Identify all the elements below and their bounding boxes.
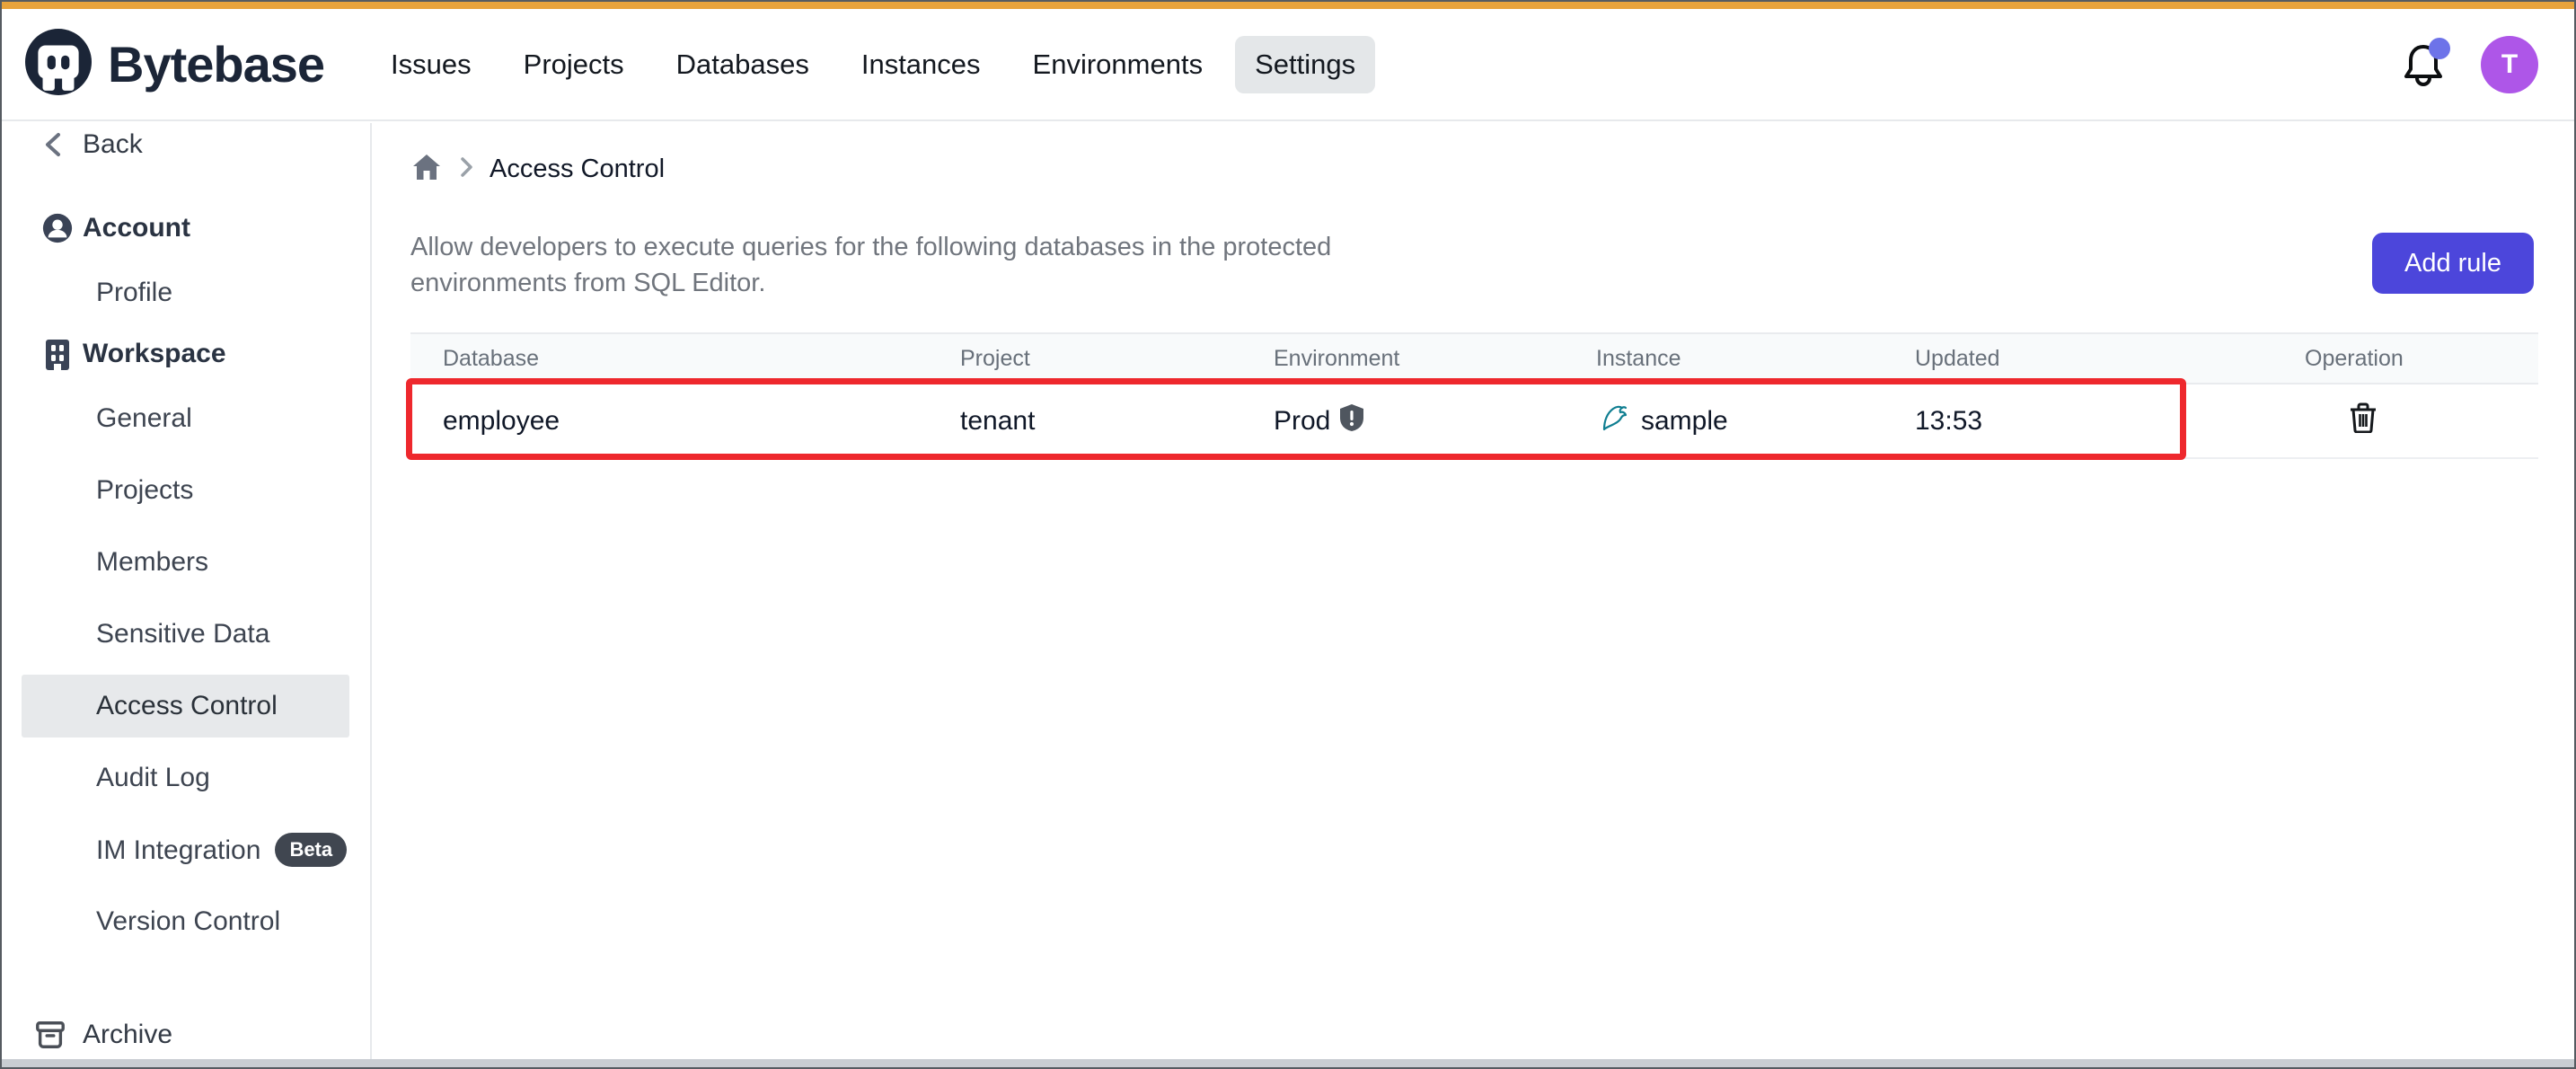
bytebase-logo-icon	[25, 29, 92, 100]
chevron-left-icon	[41, 131, 74, 158]
page-description: Allow developers to execute queries for …	[410, 229, 1363, 301]
table-header-row: Database Project Environment Instance Up…	[410, 332, 2538, 384]
settings-sidebar: Back Account Profile	[4, 123, 372, 1059]
bell-icon	[2402, 76, 2445, 92]
sidebar-item-version-control[interactable]: Version Control	[4, 889, 370, 954]
nav-item-instances[interactable]: Instances	[842, 36, 1001, 93]
add-rule-button[interactable]: Add rule	[2372, 233, 2534, 294]
nav-item-databases[interactable]: Databases	[657, 36, 829, 93]
column-header-environment: Environment	[1274, 346, 1596, 372]
nav-item-projects[interactable]: Projects	[504, 36, 644, 93]
sidebar-back-button[interactable]: Back	[4, 123, 370, 177]
table-row: employee tenant Prod	[410, 384, 2538, 459]
cell-project: tenant	[960, 406, 1274, 437]
top-navbar: Bytebase Issues Projects Databases Insta…	[2, 9, 2574, 121]
account-icon	[41, 211, 74, 245]
sidebar-section-account: Account	[4, 196, 370, 261]
cell-instance: sample	[1596, 400, 1915, 443]
archive-icon	[34, 1018, 66, 1052]
beta-badge: Beta	[275, 833, 347, 867]
breadcrumb: Access Control	[410, 150, 665, 188]
sidebar-item-members[interactable]: Members	[4, 530, 370, 595]
access-rules-table: Database Project Environment Instance Up…	[410, 332, 2538, 459]
column-header-operation: Operation	[2305, 346, 2538, 372]
sidebar-item-audit-log[interactable]: Audit Log	[4, 746, 370, 810]
sidebar-item-sensitive-data[interactable]: Sensitive Data	[4, 602, 370, 667]
delete-trash-icon[interactable]	[2350, 402, 2377, 440]
home-icon[interactable]	[410, 151, 443, 188]
bottom-strip	[2, 1059, 2574, 1067]
sidebar-item-projects[interactable]: Projects	[4, 458, 370, 523]
nav-item-environments[interactable]: Environments	[1013, 36, 1223, 93]
main-content: Access Control Allow developers to execu…	[372, 123, 2574, 1059]
mysql-engine-icon	[1596, 400, 1632, 443]
sidebar-item-general[interactable]: General	[4, 386, 370, 451]
avatar[interactable]: T	[2481, 36, 2538, 93]
nav-right-group: T	[2402, 36, 2551, 93]
cell-updated: 13:53	[1915, 406, 2305, 437]
sidebar-item-archive[interactable]: Archive	[4, 1003, 370, 1059]
main-nav: Issues Projects Databases Instances Envi…	[371, 36, 1375, 93]
app-window: Bytebase Issues Projects Databases Insta…	[0, 0, 2576, 1069]
nav-item-settings[interactable]: Settings	[1235, 36, 1375, 93]
top-accent-bar	[2, 2, 2574, 9]
column-header-project: Project	[960, 346, 1274, 372]
breadcrumb-separator-icon	[457, 155, 475, 184]
sidebar-item-access-control[interactable]: Access Control	[4, 674, 370, 738]
notification-bell-button[interactable]	[2402, 41, 2445, 88]
brand-logo[interactable]: Bytebase	[25, 29, 324, 100]
sidebar-item-im-integration[interactable]: IM IntegrationBeta	[4, 817, 370, 882]
notification-dot	[2429, 38, 2450, 59]
column-header-database: Database	[410, 346, 960, 372]
column-header-updated: Updated	[1915, 346, 2305, 372]
protected-shield-icon	[1339, 403, 1364, 439]
cell-operation	[2305, 402, 2538, 440]
workspace-building-icon	[41, 337, 74, 371]
cell-database: employee	[410, 406, 960, 437]
cell-environment: Prod	[1274, 403, 1596, 439]
sidebar-item-profile[interactable]: Profile	[4, 261, 370, 325]
brand-name: Bytebase	[108, 35, 324, 93]
column-header-instance: Instance	[1596, 346, 1915, 372]
nav-item-issues[interactable]: Issues	[371, 36, 491, 93]
sidebar-section-workspace: Workspace	[4, 322, 370, 386]
breadcrumb-current: Access Control	[490, 155, 665, 184]
